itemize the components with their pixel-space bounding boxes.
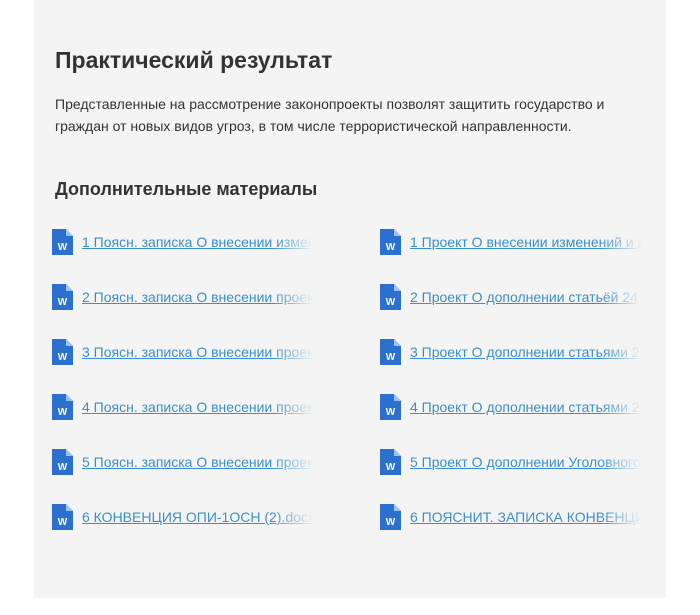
svg-text:W: W [386,462,396,473]
file-item-right-6: W 6 ПОЯСНИТ. ЗАПИСКА КОНВЕНЦИЯ [380,504,650,532]
file-item-right-2: W 2 Проект О дополнении статьёй 24 [380,284,650,312]
file-link[interactable]: 4 Проект О дополнении статьями 24 [410,399,642,415]
materials-title: Дополнительные материалы [55,179,318,199]
file-link-wrapper: 3 Проект О дополнении статьями 24 [410,343,642,363]
word-doc-icon: W [52,339,73,365]
file-item-left-4: W 4 Поясн. записка О внесении проекта [52,394,322,422]
file-item-right-1: W 1 Проект О внесении изменений и дополне… [380,229,650,257]
file-link-wrapper: 1 Проект О внесении изменений и дополнен… [410,233,642,253]
svg-text:W: W [386,352,396,363]
page-bottom [34,598,666,615]
word-doc-icon: W [380,229,401,255]
file-link-wrapper: 3 Поясн. записка О внесении проекта [82,343,314,363]
file-link[interactable]: 5 Проект О дополнении Уголовного кодекса [410,454,642,470]
file-link[interactable]: 3 Поясн. записка О внесении проекта [82,344,314,360]
file-link[interactable]: 5 Поясн. записка О внесении проекта [82,454,314,470]
svg-text:W: W [58,352,68,363]
word-doc-icon: W [52,449,73,475]
word-doc-icon: W [380,504,401,530]
word-doc-icon: W [380,339,401,365]
svg-text:W: W [386,242,396,253]
word-doc-icon: W [380,284,401,310]
file-item-right-3: W 3 Проект О дополнении статьями 24 [380,339,650,367]
file-link-wrapper: 4 Проект О дополнении статьями 24 [410,398,642,418]
file-item-right-5: W 5 Проект О дополнении Уголовного кодекс… [380,449,650,477]
svg-text:W: W [386,517,396,528]
svg-text:W: W [58,517,68,528]
section-title: Практический результат [55,47,333,73]
file-link-wrapper: 6 ПОЯСНИТ. ЗАПИСКА КОНВЕНЦИЯ [410,508,642,528]
word-doc-icon: W [380,449,401,475]
file-link[interactable]: 1 Поясн. записка О внесении изменений [82,234,314,250]
practical-result-panel: Практический результат Представленные на… [34,0,666,598]
svg-text:W: W [386,297,396,308]
file-item-left-6: W 6 КОНВЕНЦИЯ ОПИ-1ОСН (2).docx [52,504,322,532]
file-link-wrapper: 2 Поясн. записка О внесении проекта [82,288,314,308]
file-link-wrapper: 5 Проект О дополнении Уголовного кодекса [410,453,642,473]
file-link-wrapper: 6 КОНВЕНЦИЯ ОПИ-1ОСН (2).docx [82,508,314,528]
word-doc-icon: W [52,504,73,530]
file-link[interactable]: 3 Проект О дополнении статьями 24 [410,344,642,360]
word-doc-icon: W [52,394,73,420]
word-doc-icon: W [52,284,73,310]
file-link[interactable]: 2 Проект О дополнении статьёй 24 [410,289,638,305]
file-link[interactable]: 6 КОНВЕНЦИЯ ОПИ-1ОСН (2).docx [82,509,314,525]
section-description: Представленные на рассмотрение законопро… [55,96,605,134]
file-link-wrapper: 2 Проект О дополнении статьёй 24 [410,288,642,308]
file-item-left-1: W 1 Поясн. записка О внесении изменений [52,229,322,257]
svg-text:W: W [58,242,68,253]
file-link-wrapper: 4 Поясн. записка О внесении проекта [82,398,314,418]
file-item-right-4: W 4 Проект О дополнении статьями 24 [380,394,650,422]
svg-text:W: W [58,462,68,473]
word-doc-icon: W [52,229,73,255]
file-link[interactable]: 1 Проект О внесении изменений и дополнен… [410,234,642,250]
file-link[interactable]: 4 Поясн. записка О внесении проекта [82,399,314,415]
svg-text:W: W [58,297,68,308]
file-item-left-3: W 3 Поясн. записка О внесении проекта [52,339,322,367]
file-item-left-2: W 2 Поясн. записка О внесении проекта [52,284,322,312]
svg-text:W: W [58,407,68,418]
file-link[interactable]: 2 Поясн. записка О внесении проекта [82,289,314,305]
file-link-wrapper: 1 Поясн. записка О внесении изменений [82,233,314,253]
word-doc-icon: W [380,394,401,420]
svg-text:W: W [386,407,396,418]
file-item-left-5: W 5 Поясн. записка О внесении проекта [52,449,322,477]
file-link[interactable]: 6 ПОЯСНИТ. ЗАПИСКА КОНВЕНЦИЯ [410,509,642,525]
file-link-wrapper: 5 Поясн. записка О внесении проекта [82,453,314,473]
